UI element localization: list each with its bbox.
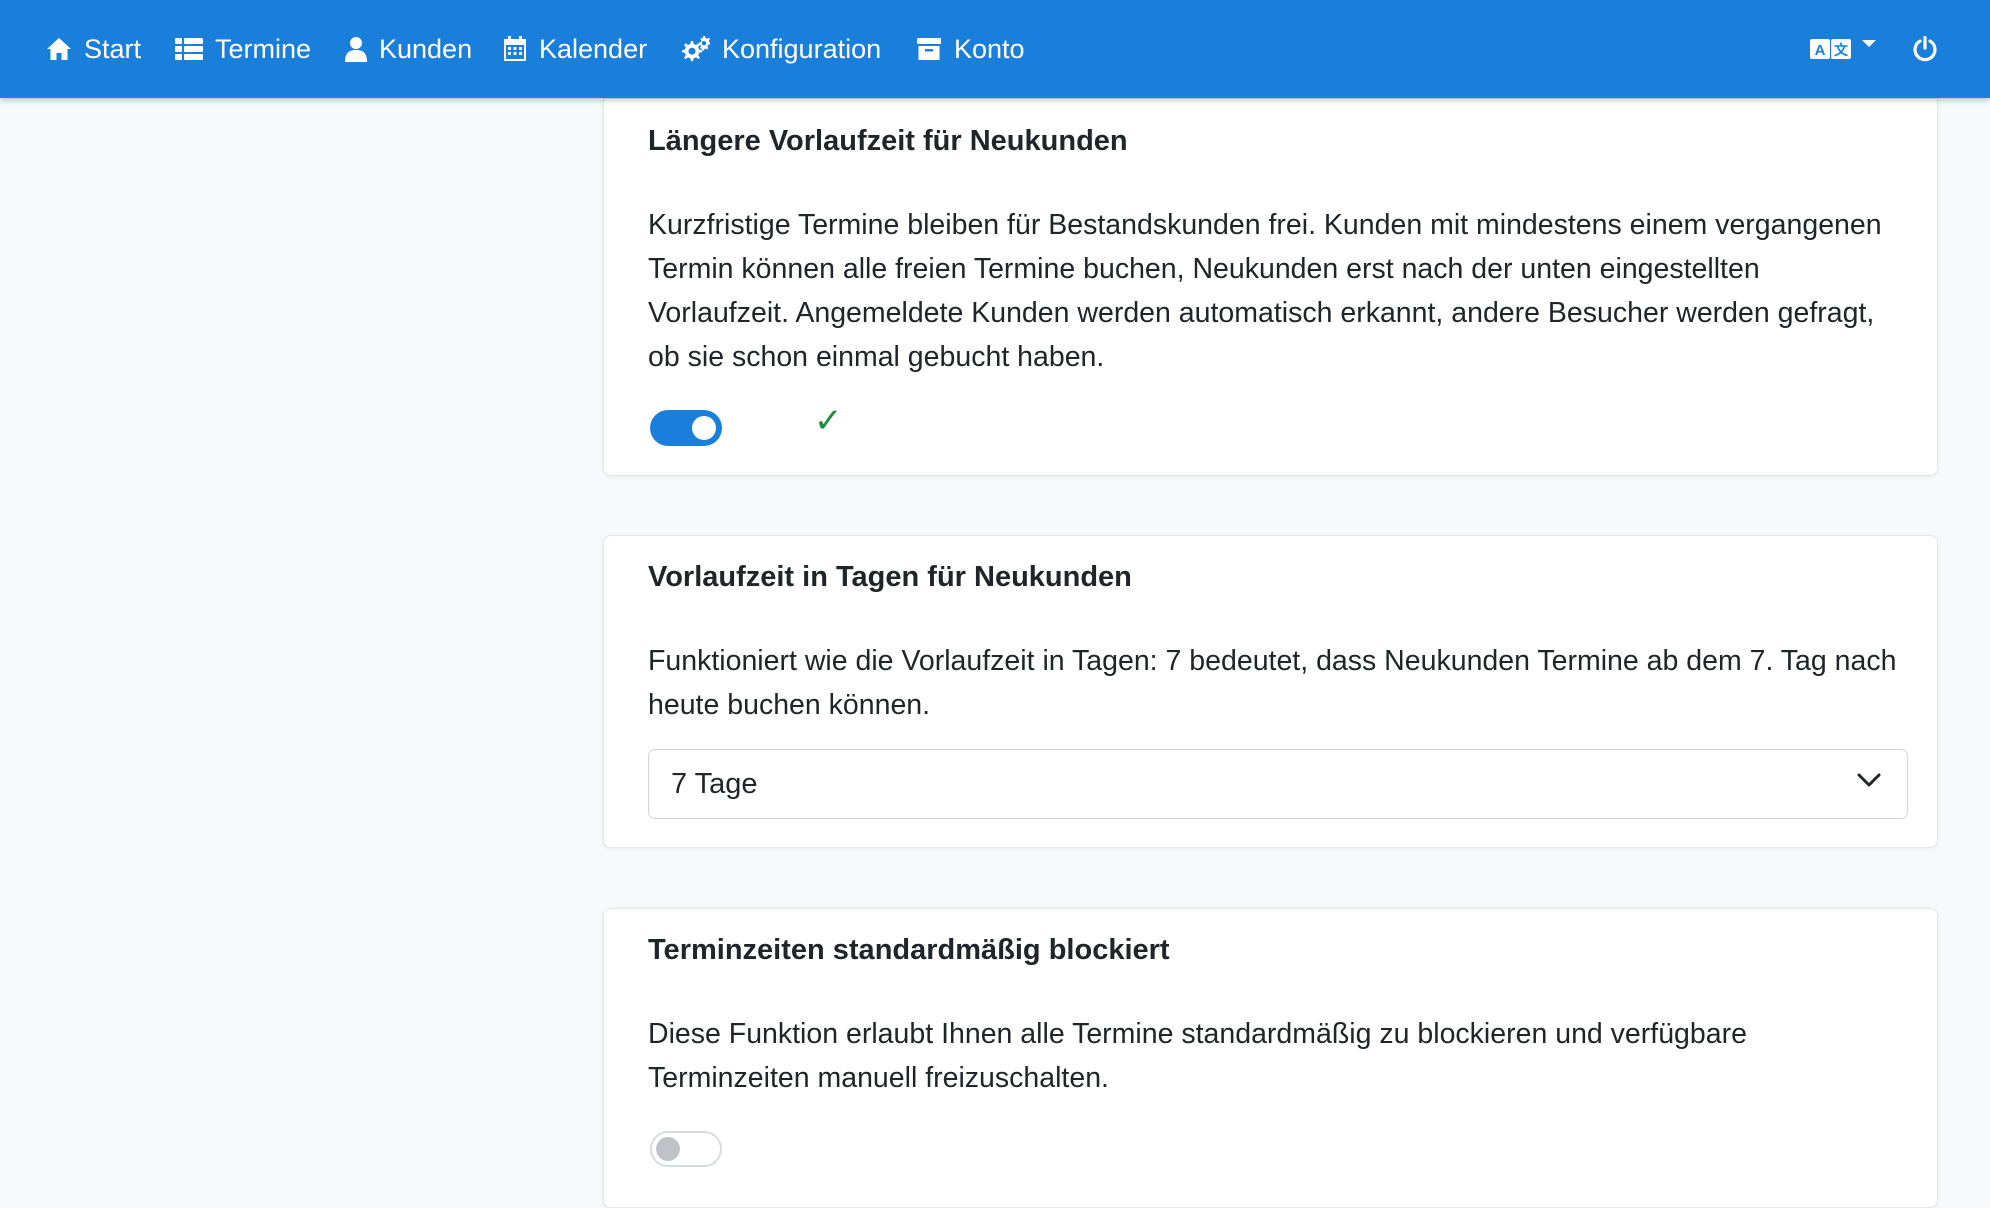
list-icon bbox=[175, 38, 203, 60]
saved-check-icon: ✓ bbox=[814, 402, 843, 440]
nav-termine[interactable]: Termine bbox=[175, 0, 311, 98]
select-value: 7 Tage bbox=[671, 767, 758, 800]
home-icon bbox=[47, 38, 71, 60]
card-description: Kurzfristige Termine bleiben für Bestand… bbox=[648, 209, 1882, 373]
nav-start-label: Start bbox=[84, 33, 142, 64]
svg-text:文: 文 bbox=[1834, 42, 1849, 59]
svg-text:A: A bbox=[1815, 42, 1826, 59]
language-icon: A 文 bbox=[1810, 39, 1851, 59]
nav-start[interactable]: Start bbox=[46, 0, 141, 98]
card-title: Längere Vorlaufzeit für Neukunden bbox=[648, 125, 1128, 157]
toggle-knob bbox=[692, 416, 716, 440]
nav-konto-label: Konto bbox=[954, 33, 1025, 64]
nav-kalender-label: Kalender bbox=[539, 33, 648, 64]
card-title: Vorlaufzeit in Tagen für Neukunden bbox=[648, 561, 1132, 593]
longer-lead-time-toggle[interactable] bbox=[650, 410, 722, 446]
nav-termine-label: Termine bbox=[215, 33, 312, 64]
card-title: Terminzeiten standardmäßig blockiert bbox=[648, 934, 1170, 966]
nav-kalender[interactable]: Kalender bbox=[503, 0, 647, 98]
calendar-icon bbox=[504, 36, 526, 61]
power-icon bbox=[1913, 36, 1937, 62]
gears-icon bbox=[682, 36, 710, 62]
toggle-knob bbox=[656, 1137, 680, 1161]
nav-konfiguration[interactable]: Konfiguration bbox=[680, 0, 881, 98]
archive-icon bbox=[917, 38, 941, 60]
nav-kunden-label: Kunden bbox=[379, 33, 473, 64]
chevron-down-icon bbox=[1857, 773, 1881, 787]
language-dropdown[interactable]: A 文 bbox=[1810, 0, 1876, 98]
lead-time-days-select[interactable]: 7 Tage bbox=[648, 749, 1908, 819]
top-navbar: Start Termine Kunden Kalender Konfigurat… bbox=[0, 0, 1990, 98]
card-description: Funktioniert wie die Vorlaufzeit in Tage… bbox=[648, 645, 1897, 721]
nav-konto[interactable]: Konto bbox=[916, 0, 1025, 98]
nav-kunden[interactable]: Kunden bbox=[345, 0, 472, 98]
blocked-by-default-toggle[interactable] bbox=[650, 1131, 722, 1167]
setting-card-blocked-by-default: Terminzeiten standardmäßig blockiert Die… bbox=[603, 908, 1938, 1208]
logout-button[interactable] bbox=[1912, 0, 1938, 98]
setting-card-longer-lead-time: Längere Vorlaufzeit für Neukunden Kurzfr… bbox=[603, 98, 1938, 476]
card-description: Diese Funktion erlaubt Ihnen alle Termin… bbox=[648, 1018, 1747, 1094]
setting-card-lead-time-days: Vorlaufzeit in Tagen für Neukunden Funkt… bbox=[603, 535, 1938, 848]
nav-konfiguration-label: Konfiguration bbox=[722, 33, 882, 64]
chevron-down-icon bbox=[1862, 40, 1876, 47]
user-icon bbox=[345, 37, 367, 62]
